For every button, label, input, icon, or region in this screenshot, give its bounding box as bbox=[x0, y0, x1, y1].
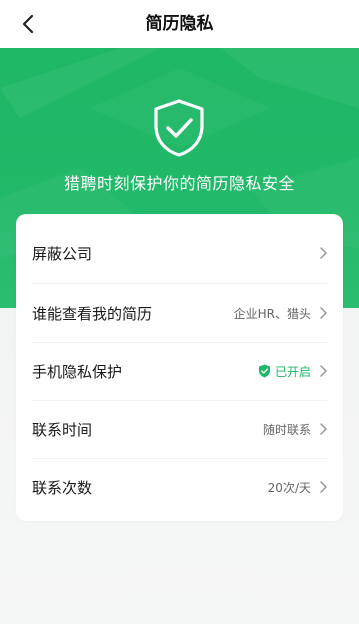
privacy-tagline: 猎聘时刻保护你的简历隐私安全 bbox=[63, 174, 295, 193]
setting-row-who-can-view[interactable]: 谁能查看我的简历 企业HR、猎头 bbox=[32, 284, 327, 342]
setting-row-contact-frequency[interactable]: 联系次数 20次/天 bbox=[32, 458, 327, 516]
privacy-settings-card: 屏蔽公司 谁能查看我的简历 企业HR、猎头 手机隐私保护 已开启 联系时间 随时… bbox=[16, 214, 343, 521]
chevron-right-icon bbox=[319, 247, 327, 259]
chevron-right-icon bbox=[319, 423, 327, 435]
setting-label: 联系次数 bbox=[32, 478, 93, 497]
setting-label: 屏蔽公司 bbox=[32, 244, 93, 263]
setting-value: 20次/天 bbox=[267, 480, 311, 495]
setting-row-block-companies[interactable]: 屏蔽公司 bbox=[32, 224, 327, 282]
chevron-right-icon bbox=[319, 307, 327, 319]
setting-label: 手机隐私保护 bbox=[32, 362, 123, 381]
shield-check-icon bbox=[258, 364, 271, 378]
setting-row-contact-time[interactable]: 联系时间 随时联系 bbox=[32, 400, 327, 458]
navigation-bar: 简历隐私 bbox=[0, 0, 359, 48]
chevron-right-icon bbox=[319, 365, 327, 377]
setting-status: 已开启 bbox=[258, 363, 311, 380]
page-title: 简历隐私 bbox=[145, 14, 214, 34]
shield-check-icon bbox=[154, 99, 204, 157]
setting-label: 联系时间 bbox=[32, 420, 93, 439]
setting-row-phone-privacy[interactable]: 手机隐私保护 已开启 bbox=[32, 342, 327, 400]
chevron-right-icon bbox=[319, 481, 327, 493]
setting-value: 随时联系 bbox=[262, 422, 311, 437]
setting-value: 企业HR、猎头 bbox=[233, 306, 311, 321]
setting-value: 已开启 bbox=[274, 364, 311, 379]
setting-label: 谁能查看我的简历 bbox=[32, 304, 153, 323]
